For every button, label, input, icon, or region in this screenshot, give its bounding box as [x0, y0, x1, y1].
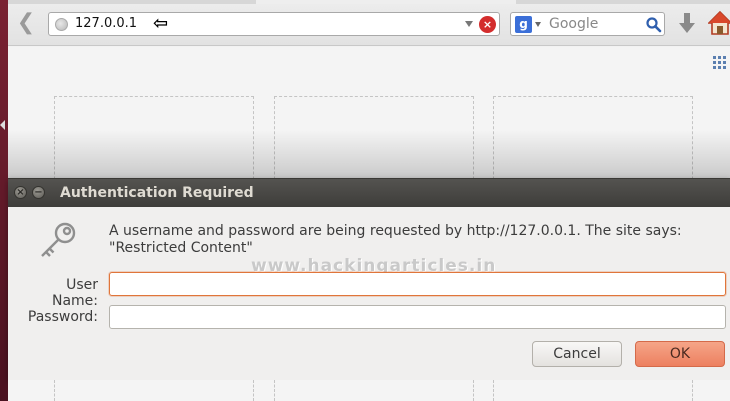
minimize-icon[interactable]: −: [32, 186, 45, 199]
ok-button[interactable]: OK: [635, 341, 725, 367]
magnifier-icon[interactable]: [645, 16, 662, 33]
page-bottom: [8, 380, 730, 401]
authentication-dialog: × − Authentication Required A username a…: [8, 178, 730, 380]
annotation-arrow-icon: ⇦: [153, 13, 169, 34]
dialog-titlebar: × − Authentication Required: [8, 179, 730, 207]
active-tab[interactable]: [256, 0, 516, 4]
navigation-toolbar: ❮ 127.0.0.1 ⇦ × g Google: [8, 0, 730, 46]
stop-icon[interactable]: ×: [479, 16, 496, 33]
dialog-title: Authentication Required: [60, 185, 254, 201]
grid-icon[interactable]: [713, 56, 727, 70]
username-field[interactable]: [109, 272, 726, 296]
cancel-button[interactable]: Cancel: [532, 341, 622, 367]
globe-icon: [55, 18, 68, 31]
dialog-message: A username and password are being reques…: [109, 223, 682, 256]
thumbnail-tile[interactable]: [54, 380, 254, 401]
url-bar[interactable]: 127.0.0.1 ⇦ ×: [48, 12, 500, 36]
search-bar[interactable]: g Google: [510, 12, 665, 36]
back-arrow-icon[interactable]: ❮: [12, 10, 40, 36]
desktop-side-strip: [0, 0, 8, 401]
url-text[interactable]: 127.0.0.1: [75, 16, 137, 31]
engine-dropdown-icon[interactable]: [535, 22, 541, 27]
dialog-shadow: [8, 130, 730, 180]
url-history-dropdown-icon[interactable]: [465, 21, 473, 27]
search-placeholder[interactable]: Google: [549, 16, 598, 32]
search-engine-icon[interactable]: g: [515, 16, 532, 33]
thumbnail-tile[interactable]: [493, 380, 693, 401]
key-icon: [41, 222, 76, 257]
launcher-arrow-icon: [0, 120, 5, 130]
thumbnail-tile[interactable]: [274, 380, 474, 401]
password-field[interactable]: [109, 305, 726, 329]
home-icon[interactable]: [708, 9, 730, 37]
username-label: User Name:: [51, 277, 98, 309]
tab-strip: [8, 0, 730, 4]
password-label: Password:: [27, 309, 98, 325]
browser-window: ❮ 127.0.0.1 ⇦ × g Google × − Authenticat…: [8, 0, 730, 401]
download-icon[interactable]: [676, 10, 698, 38]
close-icon[interactable]: ×: [14, 186, 27, 199]
